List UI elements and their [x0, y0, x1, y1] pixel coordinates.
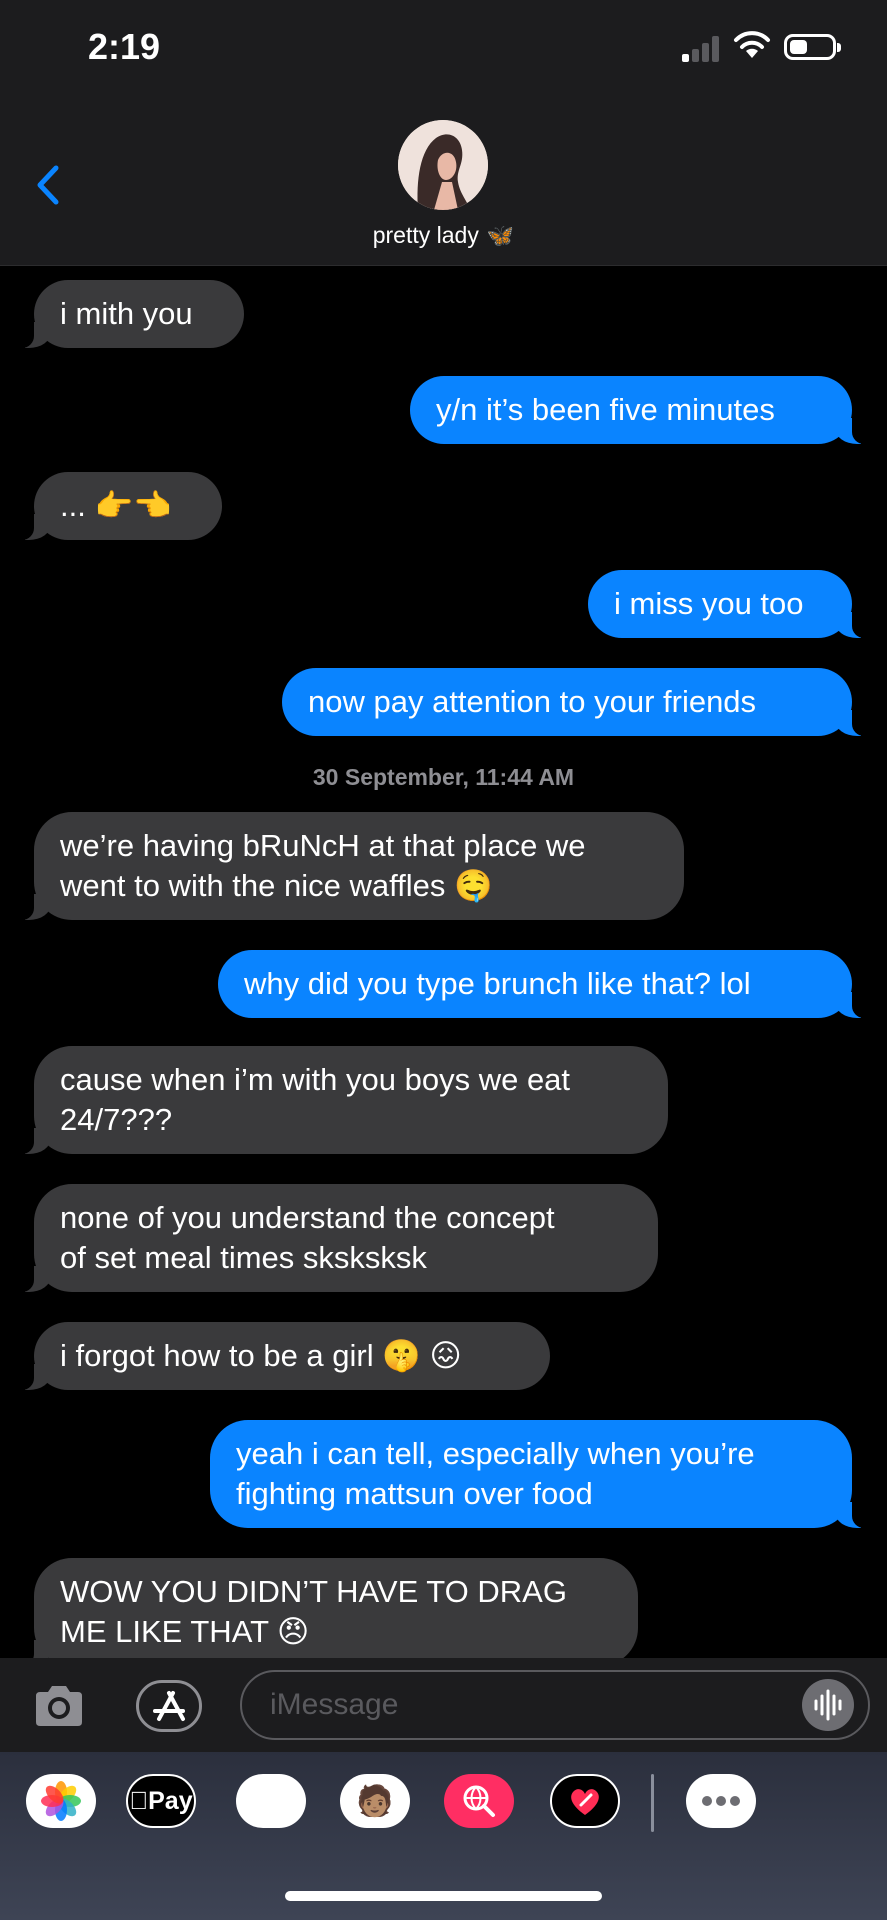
- photos-icon[interactable]: [26, 1774, 96, 1828]
- message-incoming[interactable]: i forgot how to be a girl 🤫 😖: [12, 1322, 550, 1390]
- message-incoming[interactable]: none of you understand the concept of se…: [12, 1184, 658, 1292]
- message-text: y/n it’s been five minutes: [436, 392, 775, 427]
- imessage-input[interactable]: [240, 1670, 870, 1740]
- app-store-button[interactable]: [136, 1680, 202, 1732]
- message-text-line: WOW YOU DIDN’T HAVE TO DRAG: [60, 1574, 567, 1609]
- audio-message-button[interactable]: [802, 1679, 854, 1731]
- message-text-line: we’re having bRuNcH at that place we: [60, 828, 586, 863]
- camera-icon[interactable]: [32, 1680, 86, 1732]
- message-incoming[interactable]: ... 👉👈: [12, 472, 222, 540]
- back-chevron-icon[interactable]: [28, 160, 68, 210]
- message-text-line: none of you understand the concept: [60, 1200, 555, 1235]
- conversation-header: 2:19 pretty lady 🦋: [0, 0, 887, 266]
- thread-timestamp: 30 September, 11:44 AM: [312, 764, 575, 790]
- cellular-signal-icon: [682, 36, 722, 62]
- message-text: now pay attention to your friends: [308, 684, 757, 719]
- message-text-line: ME LIKE THAT 😠: [60, 1614, 310, 1649]
- message-text: ... 👉👈: [60, 488, 172, 523]
- waveform-icon: [814, 1689, 842, 1721]
- message-incoming[interactable]: i mith you: [12, 280, 244, 348]
- apple-pay-label: Pay: [138, 1786, 192, 1815]
- message-text-line: of set meal times sksksksk: [60, 1240, 427, 1275]
- message-incoming[interactable]: we’re having bRuNcH at that place we wen…: [12, 812, 684, 920]
- message-text-line: went to with the nice waffles 🤤: [60, 868, 493, 903]
- contact-name[interactable]: pretty lady 🦋: [0, 222, 887, 249]
- message-outgoing[interactable]: yeah i can tell, especially when you’re …: [210, 1420, 874, 1528]
- globe-search-icon: [463, 1785, 495, 1817]
- message-text: why did you type brunch like that? lol: [244, 966, 751, 1001]
- photos-flower-icon: [41, 1781, 81, 1821]
- memoji-icon[interactable]: 🧑🏽: [340, 1774, 410, 1828]
- message-incoming[interactable]: WOW YOU DIDN’T HAVE TO DRAG ME LIKE THAT…: [12, 1558, 638, 1658]
- message-text: i forgot how to be a girl 🤫 😖: [60, 1338, 462, 1373]
- contact-avatar[interactable]: [398, 120, 488, 210]
- message-outgoing[interactable]: y/n it’s been five minutes: [410, 376, 874, 444]
- message-text-line: 24/7???: [60, 1102, 173, 1137]
- message-text-line: yeah i can tell, especially when you’re: [236, 1436, 755, 1471]
- avatar-portrait-icon: [398, 120, 488, 210]
- butterfly-icon: 🦋: [486, 223, 515, 248]
- status-time: 2:19: [88, 26, 161, 67]
- message-incoming[interactable]: cause when i’m with you boys we eat 24/7…: [12, 1046, 668, 1154]
- app-store-icon: [153, 1691, 185, 1721]
- compose-bar: [0, 1658, 887, 1752]
- home-indicator[interactable]: [285, 1891, 602, 1901]
- message-outgoing[interactable]: now pay attention to your friends: [282, 668, 874, 736]
- contact-name-text: pretty lady: [372, 222, 479, 248]
- message-text-line: fighting mattsun over food: [236, 1476, 593, 1511]
- heart-icon: [571, 1789, 599, 1815]
- apple-logo-icon: : [129, 1787, 148, 1816]
- more-icon[interactable]: [686, 1774, 756, 1828]
- message-text: i miss you too: [614, 586, 804, 621]
- digital-touch-icon[interactable]: [550, 1774, 620, 1828]
- image-search-icon[interactable]: [444, 1774, 514, 1828]
- message-thread[interactable]: i mith you y/n it’s been five minutes ..…: [0, 266, 887, 1658]
- message-outgoing[interactable]: i miss you too: [588, 570, 874, 638]
- ellipsis-icon: [702, 1796, 740, 1806]
- message-text: i mith you: [60, 296, 193, 331]
- battery-icon: [784, 34, 841, 60]
- drawer-divider: [651, 1774, 654, 1832]
- message-outgoing[interactable]: why did you type brunch like that? lol: [218, 950, 874, 1018]
- apple-pay-icon[interactable]: Pay: [126, 1774, 196, 1828]
- message-text-line: cause when i’m with you boys we eat: [60, 1062, 571, 1097]
- animoji-icon[interactable]: 🐵: [236, 1774, 306, 1828]
- wifi-icon: [734, 31, 770, 58]
